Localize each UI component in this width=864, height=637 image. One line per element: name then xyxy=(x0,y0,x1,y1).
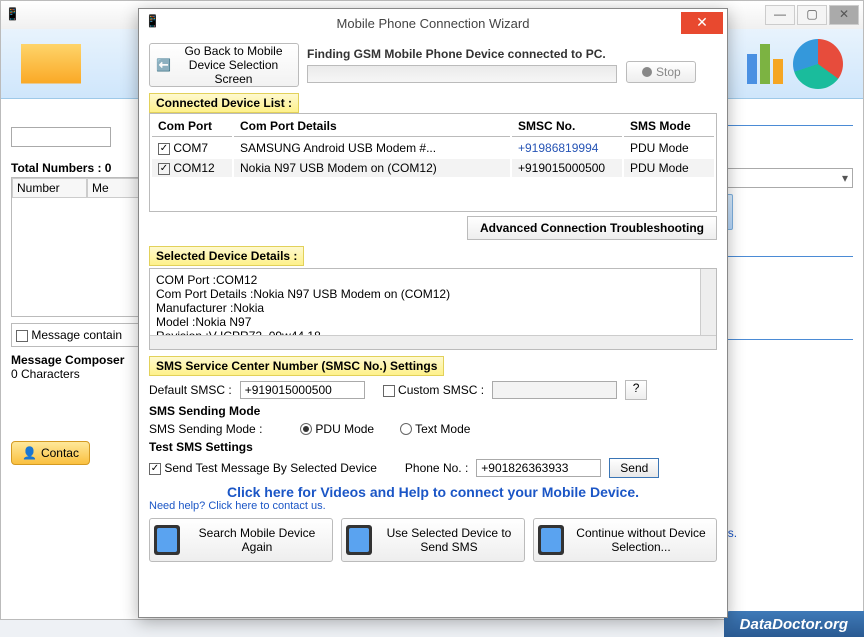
default-smsc-input[interactable] xyxy=(240,381,365,399)
pie-icon xyxy=(793,39,843,89)
finding-label: Finding GSM Mobile Phone Device connecte… xyxy=(307,47,717,61)
dialog-title: Mobile Phone Connection Wizard xyxy=(139,16,727,31)
search-device-icon xyxy=(154,525,180,555)
test-sms-checkbox[interactable]: ✓ Send Test Message By Selected Device xyxy=(149,461,377,475)
videos-help-link[interactable]: Click here for Videos and Help to connec… xyxy=(149,484,717,500)
th-smsc: SMSC No. xyxy=(512,116,622,137)
mail-icon xyxy=(21,44,81,84)
row-checkbox[interactable]: ✓ xyxy=(158,163,170,175)
app-icon: 📱 xyxy=(5,7,21,23)
send-mode-label: SMS Sending Mode : xyxy=(149,422,262,436)
selected-details-header: Selected Device Details : xyxy=(149,246,304,266)
close-button[interactable]: ✕ xyxy=(829,5,859,25)
col-number: Number xyxy=(12,178,87,198)
go-back-button[interactable]: ⬅️ Go Back to Mobile Device Selection Sc… xyxy=(149,43,299,87)
th-details: Com Port Details xyxy=(234,116,510,137)
continue-icon xyxy=(538,525,564,555)
phone-label: Phone No. : xyxy=(405,461,468,475)
use-device-icon xyxy=(346,525,372,555)
advanced-troubleshooting-button[interactable]: Advanced Connection Troubleshooting xyxy=(467,216,717,240)
table-row[interactable]: ✓ COM7 SAMSUNG Android USB Modem #... +9… xyxy=(152,139,714,157)
pdu-mode-radio[interactable]: PDU Mode xyxy=(300,422,374,436)
dialog-close-button[interactable]: ✕ xyxy=(681,12,723,34)
contact-link[interactable]: Need help? Click here to contact us. xyxy=(149,500,717,512)
contact-button[interactable]: 👤 Contac xyxy=(11,441,90,465)
search-again-button[interactable]: Search Mobile Device Again xyxy=(149,518,333,562)
scrollbar-h[interactable] xyxy=(150,335,716,349)
msg-contains-checkbox[interactable]: Message contain xyxy=(16,328,122,342)
connected-list-header: Connected Device List : xyxy=(149,93,299,113)
phone-input[interactable] xyxy=(476,459,601,477)
send-button[interactable]: Send xyxy=(609,458,659,478)
device-table: Com Port Com Port Details SMSC No. SMS M… xyxy=(149,113,717,212)
footer-brand: DataDoctor.org xyxy=(724,611,864,637)
table-row[interactable]: ✓ COM12 Nokia N97 USB Modem on (COM12) +… xyxy=(152,159,714,177)
row-checkbox[interactable]: ✓ xyxy=(158,143,170,155)
progress-bar xyxy=(307,65,617,83)
th-mode: SMS Mode xyxy=(624,116,714,137)
help-button[interactable]: ? xyxy=(625,380,647,400)
connection-wizard-dialog: 📱 Mobile Phone Connection Wizard ✕ ⬅️ Go… xyxy=(138,8,728,618)
dialog-icon: 📱 xyxy=(145,14,160,28)
maximize-button[interactable]: ▢ xyxy=(797,5,827,25)
smsc-settings-header: SMS Service Center Number (SMSC No.) Set… xyxy=(149,356,444,376)
custom-smsc-checkbox[interactable] xyxy=(383,385,395,397)
default-smsc-label: Default SMSC : xyxy=(149,383,232,397)
text-mode-radio[interactable]: Text Mode xyxy=(400,422,470,436)
details-box: COM Port :COM12 Com Port Details :Nokia … xyxy=(149,268,717,350)
stop-button[interactable]: Stop xyxy=(626,61,696,83)
send-mode-head: SMS Sending Mode xyxy=(149,404,717,418)
scrollbar-v[interactable] xyxy=(700,269,716,335)
use-device-button[interactable]: Use Selected Device to Send SMS xyxy=(341,518,525,562)
continue-without-button[interactable]: Continue without Device Selection... xyxy=(533,518,717,562)
chart-icon xyxy=(747,44,783,84)
recipient-input[interactable] xyxy=(11,127,111,147)
custom-smsc-input[interactable] xyxy=(492,381,617,399)
minimize-button[interactable]: — xyxy=(765,5,795,25)
back-icon: ⬅️ xyxy=(156,58,171,72)
test-sms-head: Test SMS Settings xyxy=(149,440,717,454)
th-port: Com Port xyxy=(152,116,232,137)
